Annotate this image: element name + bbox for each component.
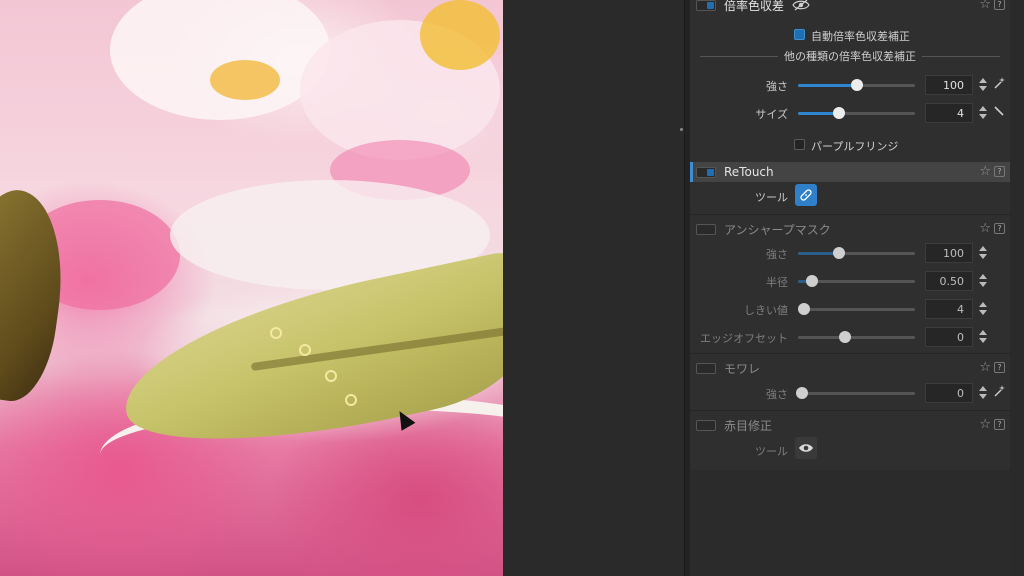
slider-knob[interactable] [797,303,810,315]
section-toggle[interactable] [696,362,716,374]
workspace-area [503,0,684,576]
magic-wand-icon[interactable] [993,385,1005,399]
section-toggle[interactable] [696,0,716,11]
retouch-spot-marker[interactable] [299,344,311,356]
usm-strength-slider[interactable] [798,247,915,259]
section-title: ReTouch [724,165,774,179]
help-icon[interactable]: ? [994,0,1005,10]
slider-knob[interactable] [806,275,819,287]
other-ca-subheading: 他の種類の倍率色収差補正 [700,48,1000,64]
auto-ca-label: 自動倍率色収差補正 [811,30,910,43]
panel-scroll-strip[interactable] [1010,0,1024,576]
ca-size-label: サイズ [755,108,788,121]
ca-size-stepper[interactable] [978,104,988,122]
adjustment-panel: 倍率色収差 ☆ ? 自動倍率色収差補正 他の種類の倍率色収差補正 強さ 100 [690,0,1010,470]
usm-edge-offset-stepper[interactable] [978,328,988,346]
ca-strength-row: 強さ 100 [690,74,1010,96]
slider-knob[interactable] [832,247,845,259]
photo-preview[interactable] [0,0,503,576]
resize-handle[interactable] [680,128,683,131]
usm-edge-offset-value[interactable]: 0 [925,327,973,347]
usm-strength-row: 強さ 100 [690,242,1010,264]
section-retouch-header[interactable]: ReTouch ☆ ? [690,162,1010,182]
moire-strength-slider[interactable] [795,387,915,399]
moire-strength-row: 強さ 0 [690,382,1010,404]
ca-strength-value[interactable]: 100 [925,75,973,95]
usm-edge-offset-row: エッジオフセット 0 [690,326,1010,348]
ca-size-slider[interactable] [798,107,915,119]
ca-strength-slider[interactable] [798,79,915,91]
purple-fringe-checkbox[interactable] [794,139,805,150]
eye-off-icon[interactable] [792,0,810,11]
retouch-spot-marker[interactable] [345,394,357,406]
moire-strength-label: 強さ [766,388,788,401]
ca-size-value[interactable]: 4 [925,103,973,123]
section-moire-header[interactable]: モワレ ☆ ? [690,358,1010,378]
section-title: モワレ [724,361,761,376]
moire-strength-value[interactable]: 0 [925,383,973,403]
favorite-star-icon[interactable]: ☆ [979,0,991,11]
section-title: 倍率色収差 [724,0,785,13]
usm-strength-label: 強さ [766,248,788,261]
usm-threshold-slider[interactable] [797,303,915,315]
favorite-star-icon[interactable]: ☆ [979,222,991,235]
slider-knob[interactable] [850,79,863,91]
usm-radius-label: 半径 [766,276,788,289]
section-toggle[interactable] [696,166,716,178]
help-icon[interactable]: ? [994,419,1005,430]
usm-threshold-value[interactable]: 4 [925,299,973,319]
usm-strength-stepper[interactable] [978,244,988,262]
slider-knob[interactable] [832,107,845,119]
usm-radius-slider[interactable] [798,275,915,287]
help-icon[interactable]: ? [994,223,1005,234]
petal [110,0,330,120]
usm-radius-value[interactable]: 0.50 [925,271,973,291]
section-lateral-ca-header[interactable]: 倍率色収差 ☆ ? [690,0,1010,15]
usm-edge-offset-label: エッジオフセット [700,332,788,345]
usm-threshold-row: しきい値 4 [690,298,1010,320]
separator [690,353,1010,354]
red-eye-tool-label: ツール [755,445,788,458]
purple-fringe-label: パープルフリンジ [811,140,899,153]
magic-wand-icon[interactable] [993,77,1005,91]
section-title: 赤目修正 [724,418,773,433]
ca-size-row: サイズ 4 [690,102,1010,124]
stamen [210,60,280,100]
retouch-spot-marker[interactable] [325,370,337,382]
subheading-text: 他の種類の倍率色収差補正 [784,50,916,63]
usm-radius-row: 半径 0.50 [690,270,1010,292]
favorite-star-icon[interactable]: ☆ [979,418,991,431]
separator [690,410,1010,411]
separator [690,214,1010,215]
ca-strength-stepper[interactable] [978,76,988,94]
moire-strength-stepper[interactable] [978,384,988,402]
retouch-tool-label: ツール [755,191,788,204]
help-icon[interactable]: ? [994,362,1005,373]
section-toggle[interactable] [696,223,716,235]
usm-threshold-stepper[interactable] [978,300,988,318]
slider-knob[interactable] [838,331,851,343]
retouch-spot-marker[interactable] [270,327,282,339]
usm-strength-value[interactable]: 100 [925,243,973,263]
favorite-star-icon[interactable]: ☆ [979,361,991,374]
ca-strength-label: 強さ [766,80,788,93]
help-icon[interactable]: ? [994,166,1005,177]
favorite-star-icon[interactable]: ☆ [979,165,991,178]
usm-radius-stepper[interactable] [978,272,988,290]
usm-threshold-label: しきい値 [744,304,788,317]
eye-icon [799,444,813,452]
section-toggle[interactable] [696,419,716,431]
bandage-tool-button[interactable] [795,184,817,206]
app-window: 倍率色収差 ☆ ? 自動倍率色収差補正 他の種類の倍率色収差補正 強さ 100 [0,0,1024,576]
stamen [420,0,500,70]
auto-ca-checkbox[interactable] [794,29,805,40]
section-red-eye-header[interactable]: 赤目修正 ☆ ? [690,415,1010,435]
red-eye-tool-button[interactable] [795,437,817,459]
bandage-icon [800,189,812,201]
section-unsharp-mask-header[interactable]: アンシャープマスク ☆ ? [690,219,1010,239]
section-title: アンシャープマスク [724,222,831,237]
slider-knob[interactable] [795,387,808,399]
eyedropper-icon[interactable] [993,105,1005,119]
usm-edge-offset-slider[interactable] [798,331,915,343]
